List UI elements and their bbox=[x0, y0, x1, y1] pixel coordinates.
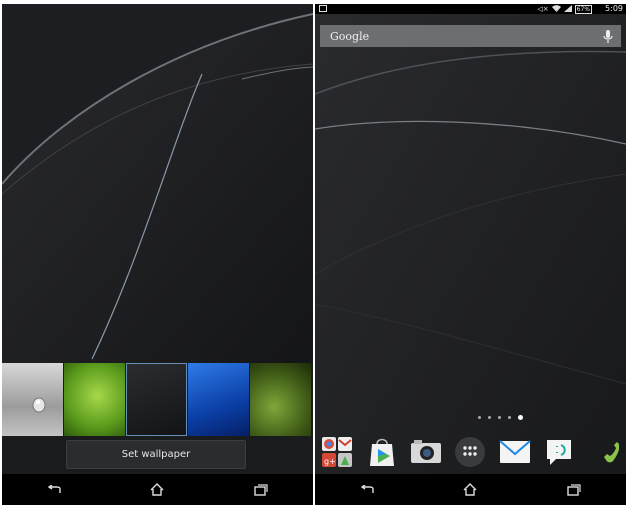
page-dot-active[interactable] bbox=[518, 415, 523, 420]
navigation-bar bbox=[315, 474, 626, 505]
wallpaper-thumb-dark[interactable] bbox=[126, 363, 187, 436]
google-search-label: Google bbox=[330, 29, 370, 43]
back-icon[interactable] bbox=[357, 482, 377, 498]
home-icon[interactable] bbox=[460, 482, 480, 498]
battery-icon: 67% bbox=[574, 4, 592, 14]
camera-icon[interactable] bbox=[409, 435, 443, 469]
mute-icon: ◁× bbox=[537, 5, 549, 13]
wallpaper-thumb-metal[interactable] bbox=[2, 363, 63, 436]
status-bar: ◁× 67% 5:09 bbox=[315, 4, 626, 14]
page-indicator bbox=[315, 415, 626, 420]
page-dot[interactable] bbox=[488, 416, 491, 419]
page-dot[interactable] bbox=[508, 416, 511, 419]
set-wallpaper-button[interactable]: Set wallpaper bbox=[66, 440, 246, 469]
wallpaper-thumb-olive[interactable] bbox=[250, 363, 311, 436]
google-apps-folder-icon[interactable]: g+ bbox=[320, 435, 354, 469]
navigation-bar bbox=[2, 474, 313, 505]
home-wallpaper bbox=[315, 4, 626, 505]
svg-text:g+: g+ bbox=[324, 457, 336, 466]
google-search-bar[interactable]: Google bbox=[320, 25, 621, 47]
wallpaper-thumbnail-strip bbox=[2, 363, 313, 436]
home-screen: ◁× 67% 5:09 Google g+ bbox=[315, 4, 626, 505]
home-icon[interactable] bbox=[147, 482, 167, 498]
wallpaper-thumb-blue[interactable] bbox=[188, 363, 249, 436]
phone-icon[interactable] bbox=[587, 435, 621, 469]
page-dot[interactable] bbox=[498, 416, 501, 419]
signal-icon bbox=[563, 4, 572, 14]
wifi-icon bbox=[551, 4, 561, 14]
mic-icon[interactable] bbox=[603, 29, 613, 48]
recent-apps-icon[interactable] bbox=[251, 482, 271, 498]
recent-apps-icon[interactable] bbox=[564, 482, 584, 498]
status-icons: ◁× 67% bbox=[537, 4, 592, 14]
back-icon[interactable] bbox=[44, 482, 64, 498]
email-icon[interactable] bbox=[498, 435, 532, 469]
page-dot[interactable] bbox=[478, 416, 481, 419]
app-drawer-icon[interactable] bbox=[453, 435, 487, 469]
messaging-icon[interactable] bbox=[542, 435, 576, 469]
screenshot-icon bbox=[319, 5, 327, 12]
wallpaper-picker-screen: Set wallpaper bbox=[2, 4, 313, 505]
app-dock: g+ bbox=[315, 432, 626, 472]
wallpaper-preview bbox=[2, 4, 313, 364]
status-time: 5:09 bbox=[605, 4, 623, 13]
wallpaper-thumb-green[interactable] bbox=[64, 363, 125, 436]
play-store-icon[interactable] bbox=[365, 435, 399, 469]
